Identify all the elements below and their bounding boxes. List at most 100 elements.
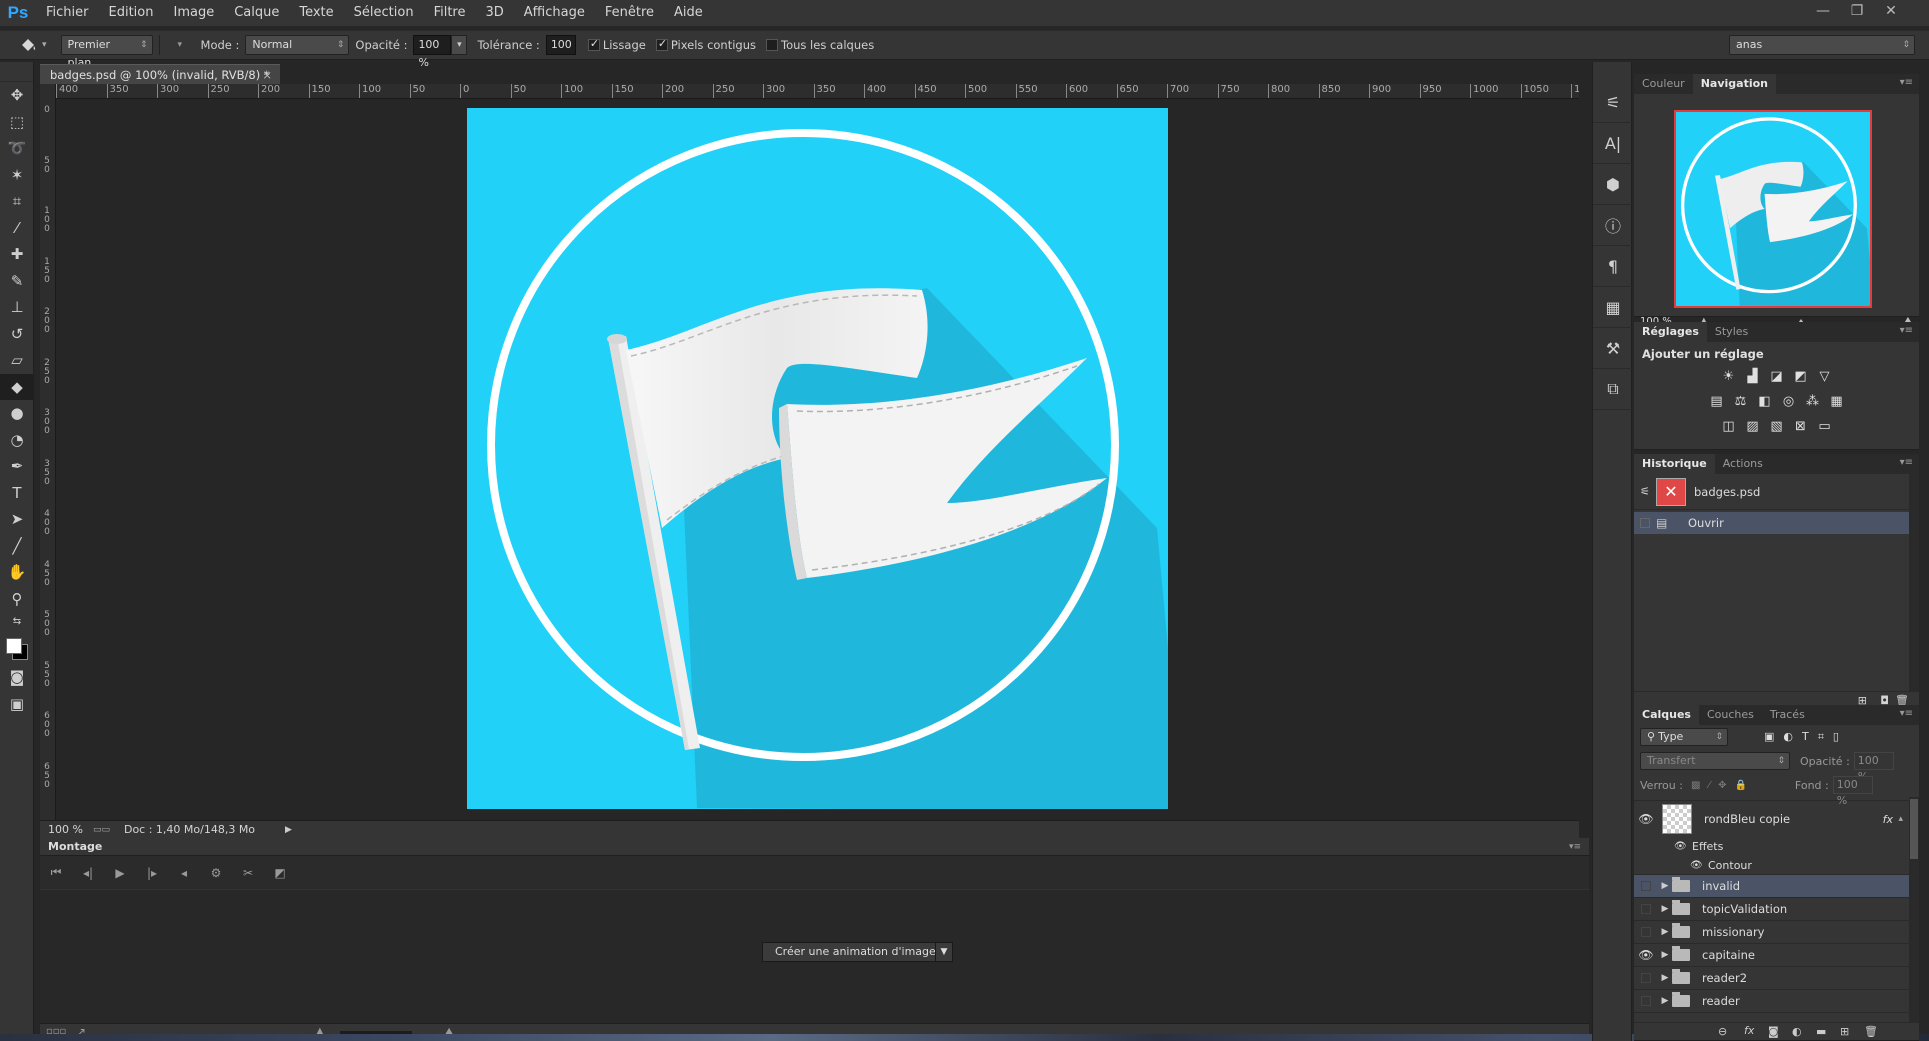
eraser-tool-icon[interactable]: ▱ (0, 347, 34, 374)
layer-group-row[interactable]: ▶ reader2 (1634, 967, 1909, 990)
create-animation-button[interactable]: Créer une animation d'image (762, 942, 949, 962)
expand-group-icon[interactable]: ▶ (1658, 927, 1672, 937)
effects-eye-icon[interactable]: 👁 (1674, 841, 1692, 852)
brightness-icon[interactable]: ☀ (1720, 369, 1738, 385)
selective-color-icon[interactable]: ⊠ (1792, 419, 1810, 435)
healing-brush-tool-icon[interactable]: ✚ (0, 241, 34, 268)
add-mask-icon[interactable]: ◙ (1768, 1025, 1779, 1038)
info-icon[interactable]: ⓘ (1593, 205, 1633, 246)
layer-effects-fx-icon[interactable]: fx (1883, 813, 1893, 826)
swatches-icon[interactable]: ▦ (1593, 287, 1633, 328)
all-layers-checkbox[interactable]: Tous les calques (766, 38, 874, 52)
marquee-tool-icon[interactable]: ⬚ (0, 109, 34, 136)
layer-group-name[interactable]: missionary (1702, 925, 1764, 939)
visibility-toggle[interactable] (1634, 973, 1658, 983)
close-document-icon[interactable]: × (262, 65, 272, 85)
brush-tool-icon[interactable]: ✎ (0, 268, 34, 295)
add-style-fx-icon[interactable]: fx (1744, 1024, 1754, 1037)
blend-mode-select[interactable]: Transfert (1640, 752, 1790, 770)
history-snapshot[interactable]: ⚟ ✕ badges.psd (1634, 474, 1919, 510)
invert-icon[interactable]: ◫ (1720, 419, 1738, 435)
layer-group-row[interactable]: ▶ topicValidation (1634, 898, 1909, 921)
layer-group-row[interactable]: ▶ reader (1634, 990, 1909, 1013)
tab-styles[interactable]: Styles (1707, 322, 1756, 342)
filter-kind-icons[interactable]: ▣◐T⌗▯ (1764, 730, 1848, 744)
effects-row[interactable]: 👁 Effets (1634, 837, 1919, 856)
crop-tool-icon[interactable]: ⌗ (0, 188, 34, 215)
posterize-icon[interactable]: ▨ (1744, 419, 1762, 435)
expand-group-icon[interactable]: ▶ (1658, 996, 1672, 1006)
pen-tool-icon[interactable]: ✒ (0, 453, 34, 480)
link-layers-icon[interactable]: ⊖ (1718, 1025, 1727, 1038)
dodge-tool-icon[interactable]: ◔ (0, 427, 34, 454)
mode-select[interactable]: Normal (245, 35, 350, 55)
visibility-toggle[interactable] (1634, 904, 1658, 914)
hand-tool-icon[interactable]: ✋ (0, 559, 34, 586)
tab-historique[interactable]: Historique (1634, 454, 1715, 474)
restore-button[interactable]: ❐ (1841, 0, 1873, 26)
tool-preset-dropdown-icon[interactable]: ▾ (42, 40, 47, 50)
pattern-picker[interactable]: ▾ (158, 35, 195, 55)
audio-icon[interactable]: ◂ (172, 866, 196, 880)
layer-group-row[interactable]: ▶ missionary (1634, 921, 1909, 944)
layers-menu-icon[interactable]: ▾≡ (1900, 708, 1913, 719)
line-tool-icon[interactable]: ╱ (0, 533, 34, 560)
threshold-icon[interactable]: ▧ (1768, 419, 1786, 435)
move-tool-icon[interactable]: ✥ (0, 82, 34, 109)
zoom-tool-icon[interactable]: ⚲ (0, 586, 34, 613)
blur-tool-icon[interactable]: ● (0, 400, 34, 427)
lissage-checkbox[interactable]: Lissage (587, 37, 646, 52)
history-brush-source-icon[interactable]: ⚟ (1634, 485, 1656, 498)
fill-input[interactable]: 100 % (1832, 776, 1873, 807)
zoom-level[interactable]: 100 % (48, 823, 83, 836)
visibility-eye-icon[interactable]: 👁 (1634, 948, 1658, 962)
paint-bucket-icon[interactable] (14, 37, 42, 53)
play-icon[interactable]: ▶ (108, 866, 132, 880)
lasso-tool-icon[interactable]: ➰ (0, 135, 34, 162)
history-menu-icon[interactable]: ▾≡ (1900, 457, 1913, 468)
layer-filter-select[interactable]: ⚲ Type (1640, 728, 1728, 746)
type-tool-icon[interactable]: T (0, 480, 34, 507)
new-adjustment-icon[interactable]: ◐ (1792, 1025, 1802, 1038)
menu-item[interactable]: Sélection (344, 0, 424, 26)
hue-saturation-icon[interactable]: ▤ (1708, 394, 1726, 410)
history-brush-icon[interactable]: ⚟ (1593, 82, 1633, 123)
menu-item[interactable]: Fichier (36, 0, 99, 26)
tab-couches[interactable]: Couches (1699, 705, 1762, 725)
menu-item[interactable]: Edition (99, 0, 164, 26)
expand-group-icon[interactable]: ▶ (1658, 904, 1672, 914)
layers-scrollbar[interactable] (1909, 797, 1919, 1023)
color-lookup-icon[interactable]: ▦ (1828, 394, 1846, 410)
delete-layer-icon[interactable]: 🗑 (1864, 1025, 1878, 1038)
channel-mixer-icon[interactable]: ⁂ (1804, 394, 1822, 410)
history-item[interactable]: ▤ Ouvrir (1634, 512, 1909, 534)
tolerance-input[interactable]: 100 (545, 35, 576, 55)
expand-group-icon[interactable]: ▶ (1658, 881, 1672, 891)
layer-opacity-input[interactable]: 100 % (1853, 752, 1894, 783)
layer-group-row[interactable]: 👁 ▶ capitaine (1634, 944, 1909, 967)
quick-mask-icon[interactable]: ◙ (0, 664, 34, 691)
contour-eye-icon[interactable]: 👁 (1690, 860, 1708, 871)
next-frame-icon[interactable]: |▸ (140, 866, 164, 880)
prev-frame-icon[interactable]: ◂| (76, 866, 100, 880)
exposure-icon[interactable]: ◩ (1792, 369, 1810, 385)
scissors-icon[interactable]: ✂ (236, 866, 260, 880)
tab-calques[interactable]: Calques (1634, 705, 1699, 725)
history-brush-tool-icon[interactable]: ↺ (0, 321, 34, 348)
swap-colors-icon[interactable]: ⇆ (0, 612, 34, 630)
menu-item[interactable]: Image (163, 0, 224, 26)
status-menu-arrow-icon[interactable]: ▶ (285, 825, 292, 835)
first-frame-icon[interactable]: ⏮ (44, 865, 68, 880)
menu-item[interactable]: Fenêtre (595, 0, 664, 26)
layer-group-name[interactable]: reader (1702, 994, 1740, 1008)
clone-stamp-tool-icon[interactable]: ⊥ (0, 294, 34, 321)
adjustments-menu-icon[interactable]: ▾≡ (1900, 325, 1913, 336)
navigation-thumbnail[interactable] (1674, 110, 1872, 308)
new-layer-icon[interactable]: ⊞ (1840, 1025, 1849, 1038)
layer-group-name[interactable]: invalid (1702, 879, 1740, 893)
document-canvas[interactable] (467, 108, 1168, 809)
menu-item[interactable]: Aide (664, 0, 713, 26)
layer-comps-icon[interactable]: ⧉ (1593, 369, 1633, 410)
expand-group-icon[interactable]: ▶ (1658, 950, 1672, 960)
expand-group-icon[interactable]: ▶ (1658, 973, 1672, 983)
